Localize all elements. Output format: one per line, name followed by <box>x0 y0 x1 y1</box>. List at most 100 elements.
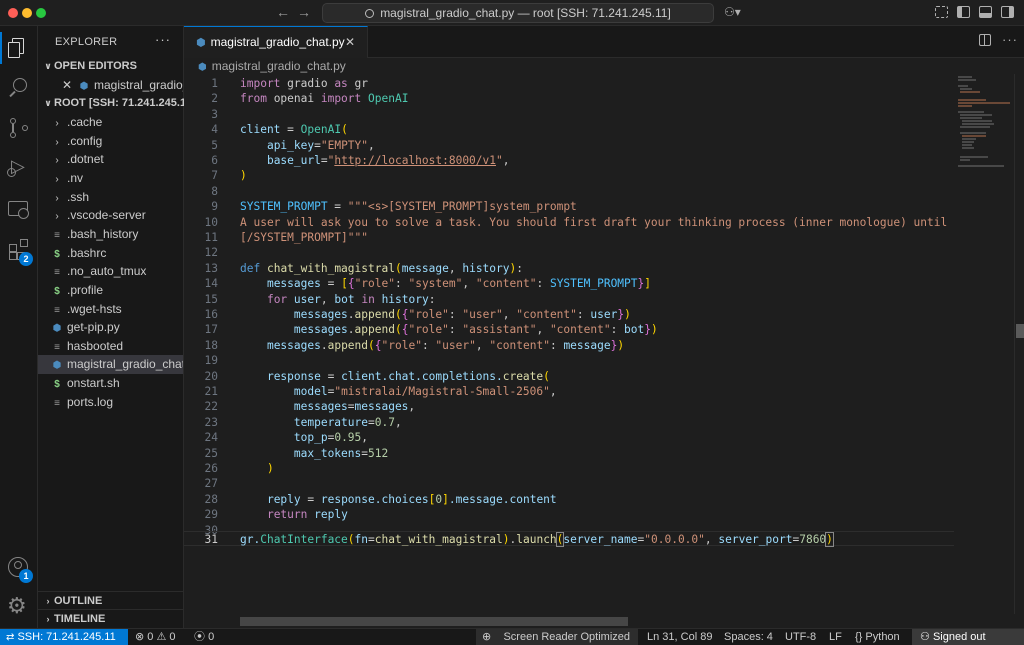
tree-item-ports-log[interactable]: ≡ ports.log <box>38 393 183 412</box>
code-line: 19 <box>204 354 218 368</box>
split-editor-icon[interactable] <box>979 34 991 46</box>
manage-gear-icon[interactable]: ⚙ <box>7 593 31 620</box>
maximize-window-button[interactable] <box>36 8 46 18</box>
accounts-icon[interactable]: 1 <box>7 556 33 583</box>
toggle-sidebar-icon[interactable] <box>957 6 970 18</box>
minimap[interactable] <box>954 74 1014 614</box>
root-folder-header[interactable]: ∨ ROOT [SSH: 71.241.245.11] <box>38 94 184 112</box>
chevron-right-icon: › <box>55 118 59 129</box>
run-debug-icon[interactable]: ▷ <box>7 156 31 180</box>
timeline-header[interactable]: › TIMELINE <box>38 609 184 627</box>
tree-item-get-pip[interactable]: ⬢ get-pip.py <box>38 318 183 337</box>
account-status[interactable]: ⚇ Signed out <box>912 629 1024 645</box>
code-line: 26 ) <box>204 462 274 475</box>
outline-label: OUTLINE <box>54 595 103 607</box>
tree-item-label: ports.log <box>67 395 114 409</box>
remote-indicator[interactable]: ⇄ SSH: 71.241.245.11 <box>0 629 128 645</box>
tree-item-profile[interactable]: $ .profile <box>38 281 183 300</box>
braces-icon: {} <box>855 631 863 643</box>
horizontal-scrollbar-thumb[interactable] <box>240 617 628 626</box>
tree-item-label: .ssh <box>67 190 90 204</box>
close-icon[interactable]: ✕ <box>345 27 355 58</box>
tree-item-ssh[interactable]: › .ssh <box>38 188 183 207</box>
screen-reader-status[interactable]: ⊕ Screen Reader Optimized <box>476 629 638 645</box>
tree-item-label: .bash_history <box>67 227 139 241</box>
code-line: 17 messages.append({"role": "assistant",… <box>204 323 658 337</box>
close-window-button[interactable] <box>8 8 18 18</box>
command-center-search[interactable]: magistral_gradio_chat.py — root [SSH: 71… <box>322 3 714 23</box>
code-line: 1 import gradio as gr <box>211 77 369 90</box>
toggle-panel-icon[interactable] <box>979 6 992 18</box>
explorer-icon[interactable] <box>0 32 31 64</box>
shell-file-icon: $ <box>54 379 60 390</box>
vertical-scrollbar-thumb[interactable] <box>1016 324 1024 338</box>
tree-item-magistral-gradio-chat[interactable]: ⬢ magistral_gradio_chat.py <box>38 355 183 374</box>
tree-item-hasbooted[interactable]: ≡ hasbooted <box>38 337 183 356</box>
shell-file-icon: $ <box>54 249 60 260</box>
more-actions-icon[interactable]: ··· <box>155 32 171 47</box>
tree-item-bashrc[interactable]: $ .bashrc <box>38 244 183 263</box>
minimize-window-button[interactable] <box>22 8 32 18</box>
command-center-label: magistral_gradio_chat.py — root [SSH: 71… <box>380 6 671 20</box>
activity-bar: ▷ 2 1 ⚙ <box>0 26 38 628</box>
encoding-status[interactable]: UTF-8 <box>785 629 816 645</box>
chevron-right-icon: › <box>46 596 50 606</box>
open-editor-item[interactable]: ✕ ⬢ magistral_gradio_chat.py <box>38 76 183 95</box>
copilot-icon: ⚇ <box>920 631 930 643</box>
tree-item-dotnet[interactable]: › .dotnet <box>38 150 183 169</box>
tree-item-onstart[interactable]: $ onstart.sh <box>38 374 183 393</box>
open-editors-header[interactable]: ∨ OPEN EDITORS <box>38 57 184 75</box>
error-icon: ⊗ <box>135 631 145 643</box>
code-editor[interactable]: 1 import gradio as gr 2 from openai import… <box>184 74 954 614</box>
code-line: 22 messages=messages, <box>204 400 416 414</box>
outline-header[interactable]: › OUTLINE <box>38 591 184 609</box>
tree-item-vscode-server[interactable]: › .vscode-server <box>38 206 183 225</box>
back-arrow-icon[interactable]: ← <box>276 4 290 20</box>
problems-indicator[interactable]: ⊗ 0 ⚠ 0 <box>135 629 176 645</box>
ports-indicator[interactable]: ⦿ 0 <box>194 629 214 645</box>
tree-item-bash-history[interactable]: ≡ .bash_history <box>38 225 183 244</box>
code-line: 2 from openai import OpenAI <box>211 92 409 106</box>
eol-status[interactable]: LF <box>829 629 842 645</box>
tab-magistral-gradio-chat[interactable]: ⬢ magistral_gradio_chat.py ✕ <box>184 26 368 58</box>
tree-item-wget-hsts[interactable]: ≡ .wget-hsts <box>38 300 183 319</box>
source-control-icon[interactable] <box>7 116 31 140</box>
status-bar: ⇄ SSH: 71.241.245.11 ⊗ 0 ⚠ 0 ⦿ 0 ⊕ Scree… <box>0 628 1024 645</box>
tree-item-label: .cache <box>67 115 103 129</box>
tree-item-label: get-pip.py <box>67 320 120 334</box>
toggle-secondary-sidebar-icon[interactable] <box>1001 6 1014 18</box>
indentation-status[interactable]: Spaces: 4 <box>724 629 773 645</box>
customize-layout-icon[interactable] <box>935 6 948 18</box>
file-lines-icon: ≡ <box>54 230 60 241</box>
extensions-badge: 2 <box>19 252 33 266</box>
copilot-icon[interactable]: ⚇▾ <box>724 5 741 19</box>
code-line: 24 top_p=0.95, <box>204 431 369 445</box>
extensions-icon[interactable]: 2 <box>7 238 33 266</box>
broadcast-icon: ⦿ <box>194 631 205 643</box>
tree-item-no-auto-tmux[interactable]: ≡ .no_auto_tmux <box>38 262 183 281</box>
code-line: 5 api_key="EMPTY", <box>211 138 375 152</box>
tree-item-nv[interactable]: › .nv <box>38 169 183 188</box>
language-mode[interactable]: {} Python <box>855 629 900 645</box>
warning-count: 0 <box>169 631 176 643</box>
tree-item-label: .wget-hsts <box>67 302 122 316</box>
code-line: 21 model="mistralai/Magistral-Small-2506… <box>204 385 557 398</box>
python-file-icon: ⬢ <box>52 360 62 371</box>
tree-item-label: hasbooted <box>67 339 124 353</box>
tree-item-label: .config <box>67 134 103 148</box>
code-line: 8 <box>211 184 218 198</box>
code-line: 4 client = OpenAI( <box>211 123 348 137</box>
cursor-position[interactable]: Ln 31, Col 89 <box>647 629 712 645</box>
more-actions-icon[interactable]: ··· <box>1002 32 1018 47</box>
vertical-scrollbar[interactable] <box>1014 74 1024 614</box>
close-icon[interactable]: ✕ <box>60 76 74 95</box>
code-line: 11 [/SYSTEM_PROMPT]""" <box>204 231 368 244</box>
tree-item-config[interactable]: › .config <box>38 132 183 151</box>
search-icon[interactable] <box>7 76 31 100</box>
tree-item-label: .dotnet <box>67 152 104 166</box>
remote-explorer-icon[interactable] <box>7 198 31 222</box>
tree-item-cache[interactable]: › .cache <box>38 113 183 132</box>
breadcrumb[interactable]: ⬢ magistral_gradio_chat.py <box>184 58 1024 74</box>
code-line: 12 <box>204 246 218 260</box>
forward-arrow-icon[interactable]: → <box>297 4 311 20</box>
